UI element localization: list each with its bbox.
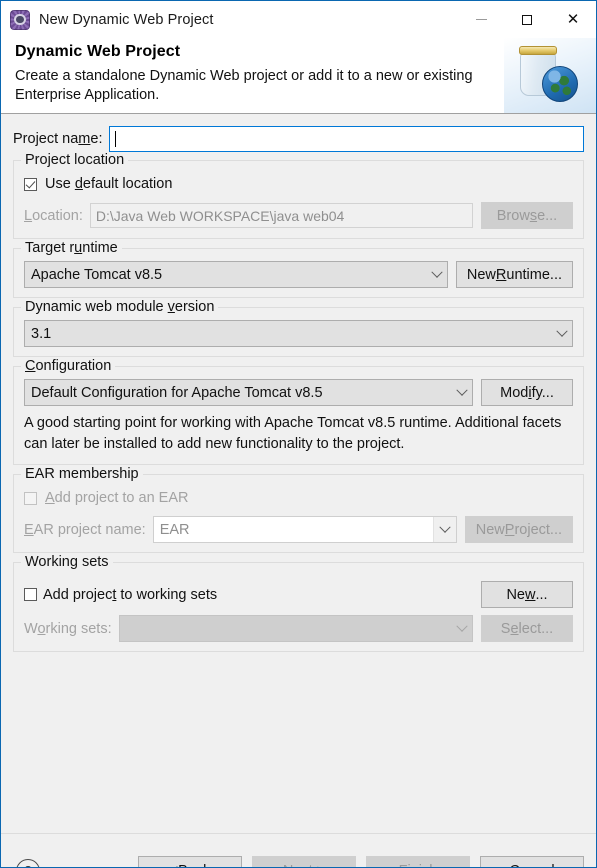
window-controls: ✕: [458, 1, 596, 38]
dialog-footer: ? < Back Next > Finish Cancel https://bl…: [1, 833, 596, 867]
chevron-down-icon: [432, 517, 456, 542]
configuration-group: Configuration Default Configuration for …: [13, 358, 584, 465]
help-icon[interactable]: ?: [16, 858, 40, 867]
back-button[interactable]: < Back: [138, 855, 242, 867]
module-version-combo[interactable]: 3.1: [24, 320, 573, 347]
minimize-button[interactable]: [458, 1, 504, 38]
chevron-down-icon: [452, 384, 472, 397]
ear-membership-group: EAR membership Add project to an EAR EAR…: [13, 466, 584, 553]
chevron-down-icon: [452, 620, 472, 633]
page-description: Create a standalone Dynamic Web project …: [15, 68, 473, 103]
ear-project-name-value: EAR: [159, 521, 190, 538]
window-title: New Dynamic Web Project: [39, 11, 214, 28]
target-runtime-value: Apache Tomcat v8.5: [31, 266, 163, 283]
module-version-group-title: Dynamic web module version: [21, 299, 219, 315]
working-sets-row: Working sets: Se lect...: [24, 615, 573, 642]
project-name-label: Project name:: [13, 131, 103, 147]
ear-project-name-row: EAR project name: EAR New Project...: [24, 516, 573, 543]
close-button[interactable]: ✕: [550, 1, 596, 38]
maximize-button[interactable]: [504, 1, 550, 38]
working-sets-combo: [118, 615, 473, 642]
target-runtime-row: Apache Tomcat v8.5 New Runtime...: [24, 261, 573, 288]
location-row: Location: D:\Java Web WORKSPACE\java web…: [24, 202, 573, 229]
project-location-group-title: Project location: [21, 152, 129, 168]
configuration-value: Default Configuration for Apache Tomcat …: [31, 384, 323, 401]
modify-button[interactable]: Mod i fy...: [481, 379, 573, 406]
configuration-combo[interactable]: Default Configuration for Apache Tomcat …: [24, 379, 473, 406]
add-project-to-ear-row: Add project to an EAR: [24, 487, 573, 509]
module-version-value: 3.1: [31, 325, 52, 342]
configuration-row: Default Configuration for Apache Tomcat …: [24, 379, 573, 406]
title-bar: New Dynamic Web Project ✕: [1, 1, 596, 38]
chevron-down-icon: [427, 266, 447, 279]
browse-button: Brow s e...: [481, 202, 573, 229]
working-sets-group-title: Working sets: [21, 554, 113, 570]
configuration-description: A good starting point for working with A…: [24, 415, 562, 452]
select-working-sets-button: Se lect...: [481, 615, 573, 642]
target-runtime-combo[interactable]: Apache Tomcat v8.5: [24, 261, 448, 288]
location-label: Location:: [24, 207, 83, 224]
help-icon-glyph: ?: [24, 863, 31, 867]
finish-button: Finish: [366, 855, 470, 867]
add-project-to-ear-label: Add project to an EAR: [45, 490, 189, 506]
module-version-row: 3.1: [24, 320, 573, 347]
wizard-header: Dynamic Web Project Create a standalone …: [1, 38, 596, 114]
add-project-to-ear-checkbox: [24, 491, 37, 505]
configuration-group-title: Configuration: [21, 358, 116, 374]
ear-project-name-combo: EAR: [152, 516, 457, 543]
ear-membership-group-title: EAR membership: [21, 466, 143, 482]
new-dynamic-web-project-dialog: New Dynamic Web Project ✕ Dynamic Web Pr…: [0, 0, 597, 868]
use-default-location-label: Use default location: [45, 176, 173, 192]
next-button: Next >: [252, 855, 356, 867]
use-default-location-row[interactable]: Use default location: [24, 173, 573, 195]
location-input: D:\Java Web WORKSPACE\java web04: [89, 203, 473, 228]
new-working-set-button[interactable]: Ne w...: [481, 581, 573, 608]
working-sets-label: Working sets:: [24, 620, 112, 637]
eclipse-wizard-icon: [10, 9, 30, 30]
add-to-working-sets-label: Add project to working sets: [43, 586, 218, 603]
chevron-down-icon: [552, 325, 572, 338]
page-title: Dynamic Web Project: [15, 43, 181, 60]
location-value: D:\Java Web WORKSPACE\java web04: [95, 207, 345, 224]
wizard-body: Project name: Project location Use defau…: [1, 114, 596, 833]
ear-project-name-label: EAR project name:: [24, 521, 146, 538]
working-sets-group: Working sets Add project to working sets…: [13, 554, 584, 652]
add-to-working-sets-checkbox[interactable]: [24, 588, 37, 601]
target-runtime-group-title: Target runtime: [21, 240, 122, 256]
add-to-working-sets-row: Add project to working sets Ne w...: [24, 581, 573, 608]
project-location-group: Project location Use default location Lo…: [13, 152, 584, 239]
target-runtime-group: Target runtime Apache Tomcat v8.5 New Ru…: [13, 240, 584, 298]
text-caret: [115, 131, 117, 147]
jar-with-globe-icon: [504, 38, 596, 113]
use-default-location-checkbox[interactable]: [24, 177, 37, 191]
project-name-input[interactable]: [109, 126, 584, 152]
new-project-button: New Project...: [464, 516, 573, 543]
add-to-working-sets-check-wrap[interactable]: Add project to working sets: [24, 587, 217, 603]
cancel-button[interactable]: Cancel: [480, 855, 584, 867]
new-runtime-button[interactable]: New Runtime...: [455, 261, 573, 288]
wizard-navigation-buttons: < Back Next > Finish Cancel: [128, 855, 584, 867]
module-version-group: Dynamic web module version 3.1: [13, 299, 584, 357]
